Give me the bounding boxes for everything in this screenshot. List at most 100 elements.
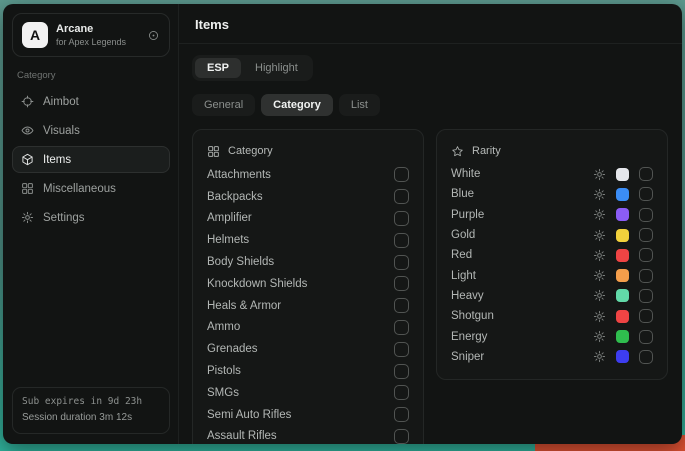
rarity-controls xyxy=(593,350,653,364)
category-checkbox[interactable] xyxy=(394,233,409,248)
panels-row: Category AttachmentsBackpacks Amplifier He… xyxy=(192,129,668,444)
category-row: Assault Rifles xyxy=(207,426,409,444)
toggle-option-highlight[interactable]: Highlight xyxy=(243,58,310,78)
rarity-row: Purple xyxy=(451,205,653,225)
sidebar-item-settings[interactable]: Settings xyxy=(12,204,170,231)
rarity-controls xyxy=(593,187,653,201)
rarity-controls xyxy=(593,167,653,181)
gear-icon xyxy=(21,211,34,224)
rarity-checkbox[interactable] xyxy=(639,350,653,364)
rarity-controls xyxy=(593,269,653,283)
sidebar-item-aimbot[interactable]: Aimbot xyxy=(12,88,170,115)
gear-icon[interactable] xyxy=(593,310,606,323)
rarity-panel-title: Rarity xyxy=(472,145,501,157)
rarity-label: Gold xyxy=(451,229,593,241)
app-window: A Arcane for Apex Legends Category Aimbo… xyxy=(3,4,682,444)
brand-subtitle: for Apex Legends xyxy=(56,37,139,47)
rarity-checkbox[interactable] xyxy=(639,309,653,323)
gear-icon[interactable] xyxy=(593,350,606,363)
category-row: Attachments xyxy=(207,164,409,186)
category-checkbox[interactable] xyxy=(394,298,409,313)
rarity-controls xyxy=(593,208,653,222)
tab-list[interactable]: List xyxy=(339,94,380,116)
color-swatch[interactable] xyxy=(616,350,629,363)
brand-logo: A xyxy=(22,22,48,48)
color-swatch[interactable] xyxy=(616,188,629,201)
category-row: Body Shields xyxy=(207,251,409,273)
category-checkbox[interactable] xyxy=(394,189,409,204)
sidebar-section-label: Category xyxy=(17,70,165,81)
sidebar-item-label: Items xyxy=(43,154,71,166)
rarity-row: Gold xyxy=(451,225,653,245)
tab-general[interactable]: General xyxy=(192,94,255,116)
desktop-background: A Arcane for Apex Legends Category Aimbo… xyxy=(0,0,685,451)
rarity-checkbox[interactable] xyxy=(639,330,653,344)
category-checkbox[interactable] xyxy=(394,276,409,291)
category-checkbox[interactable] xyxy=(394,167,409,182)
category-row: Backpacks xyxy=(207,186,409,208)
category-checkbox[interactable] xyxy=(394,385,409,400)
sidebar-item-label: Aimbot xyxy=(43,96,79,108)
gear-icon[interactable] xyxy=(593,188,606,201)
rarity-controls xyxy=(593,228,653,242)
category-label: SMGs xyxy=(207,387,239,399)
category-checkbox[interactable] xyxy=(394,211,409,226)
color-swatch[interactable] xyxy=(616,229,629,242)
color-swatch[interactable] xyxy=(616,289,629,302)
color-swatch[interactable] xyxy=(616,269,629,282)
rarity-row: White xyxy=(451,164,653,184)
rarity-checkbox[interactable] xyxy=(639,187,653,201)
category-row: Amplifier xyxy=(207,208,409,230)
color-swatch[interactable] xyxy=(616,249,629,262)
rarity-checkbox[interactable] xyxy=(639,269,653,283)
category-checkbox[interactable] xyxy=(394,364,409,379)
category-checkbox[interactable] xyxy=(394,429,409,444)
color-swatch[interactable] xyxy=(616,330,629,343)
rarity-checkbox[interactable] xyxy=(639,167,653,181)
rarity-label: Purple xyxy=(451,209,593,221)
category-row: Helmets xyxy=(207,229,409,251)
rarity-row: Energy xyxy=(451,326,653,346)
color-swatch[interactable] xyxy=(616,310,629,323)
rarity-label: Heavy xyxy=(451,290,593,302)
sidebar-item-label: Visuals xyxy=(43,125,80,137)
tab-category[interactable]: Category xyxy=(261,94,333,116)
main-panel: Items ESPHighlight General Category List C… xyxy=(179,4,682,444)
toggle-option-esp[interactable]: ESP xyxy=(195,58,241,78)
rarity-checkbox[interactable] xyxy=(639,248,653,262)
rarity-label: Shotgun xyxy=(451,310,593,322)
gear-icon[interactable] xyxy=(593,208,606,221)
gear-icon[interactable] xyxy=(593,330,606,343)
category-checkbox[interactable] xyxy=(394,407,409,422)
category-list: AttachmentsBackpacks Amplifier HelmetsBody… xyxy=(207,164,409,444)
category-checkbox[interactable] xyxy=(394,255,409,270)
esp-mode-toggle: ESPHighlight xyxy=(192,55,313,81)
sidebar-item-visuals[interactable]: Visuals xyxy=(12,117,170,144)
category-checkbox[interactable] xyxy=(394,342,409,357)
sidebar-item-items[interactable]: Items xyxy=(12,146,170,173)
rarity-checkbox[interactable] xyxy=(639,289,653,303)
category-checkbox[interactable] xyxy=(394,320,409,335)
rarity-label: Sniper xyxy=(451,351,593,363)
gear-icon[interactable] xyxy=(593,229,606,242)
rarity-row: Light xyxy=(451,265,653,285)
rarity-row: Shotgun xyxy=(451,306,653,326)
rarity-label: Energy xyxy=(451,331,593,343)
rarity-checkbox[interactable] xyxy=(639,208,653,222)
main-header: Items xyxy=(179,4,682,44)
gear-icon[interactable] xyxy=(593,249,606,262)
category-row: Grenades xyxy=(207,338,409,360)
gear-icon[interactable] xyxy=(593,168,606,181)
category-label: Amplifier xyxy=(207,212,252,224)
gear-icon[interactable] xyxy=(593,269,606,282)
target-icon[interactable] xyxy=(147,29,160,42)
gear-icon[interactable] xyxy=(593,289,606,302)
eye-icon xyxy=(21,124,34,137)
cube-icon xyxy=(21,153,34,166)
rarity-label: White xyxy=(451,168,593,180)
color-swatch[interactable] xyxy=(616,168,629,181)
rarity-checkbox[interactable] xyxy=(639,228,653,242)
sidebar-item-miscellaneous[interactable]: Miscellaneous xyxy=(12,175,170,202)
category-panel-title: Category xyxy=(228,145,273,157)
color-swatch[interactable] xyxy=(616,208,629,221)
